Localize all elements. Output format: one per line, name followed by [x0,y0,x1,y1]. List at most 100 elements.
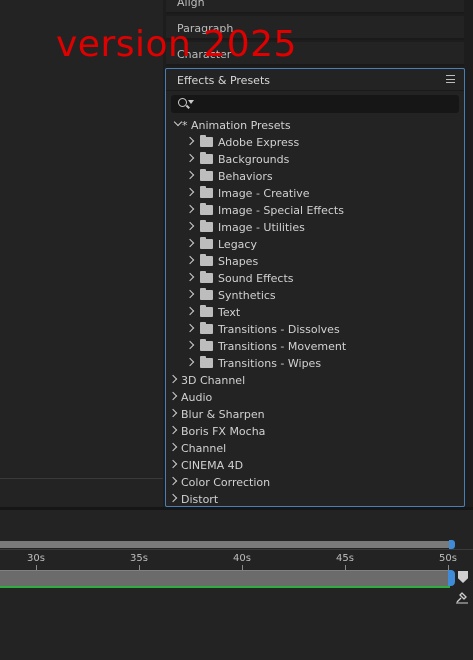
chevron-right-icon[interactable] [185,136,195,146]
chevron-right-icon[interactable] [168,459,178,469]
tree-item-preset-folder[interactable]: Transitions - Wipes [166,355,464,372]
panel-character-label: Character [177,48,232,61]
effects-search[interactable] [171,95,459,113]
folder-icon [200,237,213,249]
chevron-right-icon[interactable] [168,408,178,418]
tree-item-preset-folder[interactable]: Sound Effects [166,270,464,287]
tree-item-preset-folder[interactable]: Shapes [166,253,464,270]
tree-item-preset-folder[interactable]: Image - Utilities [166,219,464,236]
panel-paragraph-label: Paragraph [177,22,234,35]
chevron-right-icon[interactable] [185,187,195,197]
panel-menu-icon[interactable] [446,75,455,83]
tree-item-preset-folder[interactable]: Transitions - Dissolves [166,321,464,338]
chevron-right-icon[interactable] [185,289,195,299]
tree-item-label: Color Correction [181,476,271,489]
tree-item-label: Distort [181,493,219,506]
chevron-right-icon[interactable] [185,255,195,265]
tree-item-effect-category[interactable]: Blur & Sharpen [166,406,464,423]
chevron-down-icon[interactable] [173,117,183,127]
effects-search-input[interactable] [197,95,452,113]
chevron-right-icon[interactable] [185,306,195,316]
search-icon[interactable] [178,98,187,107]
tree-item-effect-category[interactable]: Color Correction [166,474,464,491]
layer-duration-bar[interactable] [0,570,450,586]
chevron-right-icon[interactable] [185,221,195,231]
tree-item-preset-folder[interactable]: Adobe Express [166,134,464,151]
tree-item-preset-folder[interactable]: Legacy [166,236,464,253]
panel-align-label: Align [177,0,205,9]
search-options-chevron-icon[interactable] [188,100,194,104]
chevron-right-icon[interactable] [185,340,195,350]
tree-item-effect-category[interactable]: Channel [166,440,464,457]
tree-item-label: Blur & Sharpen [181,408,265,421]
tree-item-label: Legacy [218,238,257,251]
effects-panel-header: Effects & Presets [166,69,464,91]
effects-presets-panel: Effects & Presets * Animation Presets Ad… [165,68,465,507]
work-area-bar[interactable] [0,541,450,548]
current-time-indicator[interactable] [458,571,468,583]
tree-item-label: Audio [181,391,213,404]
time-ruler-label: 45s [336,553,354,564]
folder-icon [200,305,213,317]
tree-item-effect-category[interactable]: Audio [166,389,464,406]
tree-item-label: Transitions - Dissolves [218,323,340,336]
tree-item-effect-category[interactable]: CINEMA 4D [166,457,464,474]
composition-viewer[interactable] [0,0,163,507]
chevron-right-icon[interactable] [185,357,195,367]
effects-tree: * Animation Presets Adobe Express Backgro… [166,117,464,506]
layer-out-point-handle[interactable] [448,570,455,586]
chevron-right-icon[interactable] [168,425,178,435]
tree-item-label: * Animation Presets [182,119,291,132]
tree-item-preset-folder[interactable]: Image - Creative [166,185,464,202]
tree-item-label: Transitions - Movement [218,340,347,353]
tree-item-effect-category[interactable]: 3D Channel [166,372,464,389]
tree-item-label: Image - Utilities [218,221,305,234]
folder-icon [200,339,213,351]
panel-character[interactable]: Character [166,42,464,66]
time-ruler-label: 30s [27,553,45,564]
folder-icon [200,203,213,215]
tree-item-preset-folder[interactable]: Synthetics [166,287,464,304]
app-window: Align Paragraph Character Effects & Pres… [0,0,473,660]
tree-item-label: Sound Effects [218,272,294,285]
tree-item-label: Channel [181,442,227,455]
tree-item-label: Synthetics [218,289,276,302]
chevron-right-icon[interactable] [168,476,178,486]
tree-item-animation-presets[interactable]: * Animation Presets [166,117,464,134]
folder-icon [200,169,213,181]
time-ruler-label: 50s [439,553,457,564]
folder-icon [200,135,213,147]
chevron-right-icon[interactable] [168,391,178,401]
chevron-right-icon[interactable] [185,153,195,163]
folder-icon [200,254,213,266]
pin-icon[interactable] [455,592,469,604]
tree-item-preset-folder[interactable]: Behaviors [166,168,464,185]
chevron-right-icon[interactable] [185,204,195,214]
chevron-right-icon[interactable] [168,442,178,452]
chevron-right-icon[interactable] [185,323,195,333]
panel-align[interactable]: Align [166,0,464,14]
tree-item-label: Adobe Express [218,136,300,149]
work-area-end-handle[interactable] [449,540,455,549]
tree-item-preset-folder[interactable]: Transitions - Movement [166,338,464,355]
tree-item-preset-folder[interactable]: Backgrounds [166,151,464,168]
tree-item-preset-folder[interactable]: Image - Special Effects [166,202,464,219]
tree-item-preset-folder[interactable]: Text [166,304,464,321]
effects-panel-title[interactable]: Effects & Presets [177,74,270,87]
tree-item-effect-category[interactable]: Distort [166,491,464,506]
timeline-panel: 30s 35s 40s 45s 50s [0,507,473,660]
chevron-right-icon[interactable] [185,272,195,282]
viewer-divider [0,478,163,479]
chevron-right-icon[interactable] [168,493,178,503]
folder-icon [200,288,213,300]
tree-item-label: 3D Channel [181,374,246,387]
tree-item-effect-category[interactable]: Boris FX Mocha [166,423,464,440]
folder-icon [200,356,213,368]
chevron-right-icon[interactable] [168,374,178,384]
chevron-right-icon[interactable] [185,238,195,248]
chevron-right-icon[interactable] [185,170,195,180]
time-ruler-line [0,549,473,550]
tree-item-label: Shapes [218,255,259,268]
panel-paragraph[interactable]: Paragraph [166,16,464,40]
tree-item-label: Text [218,306,241,319]
